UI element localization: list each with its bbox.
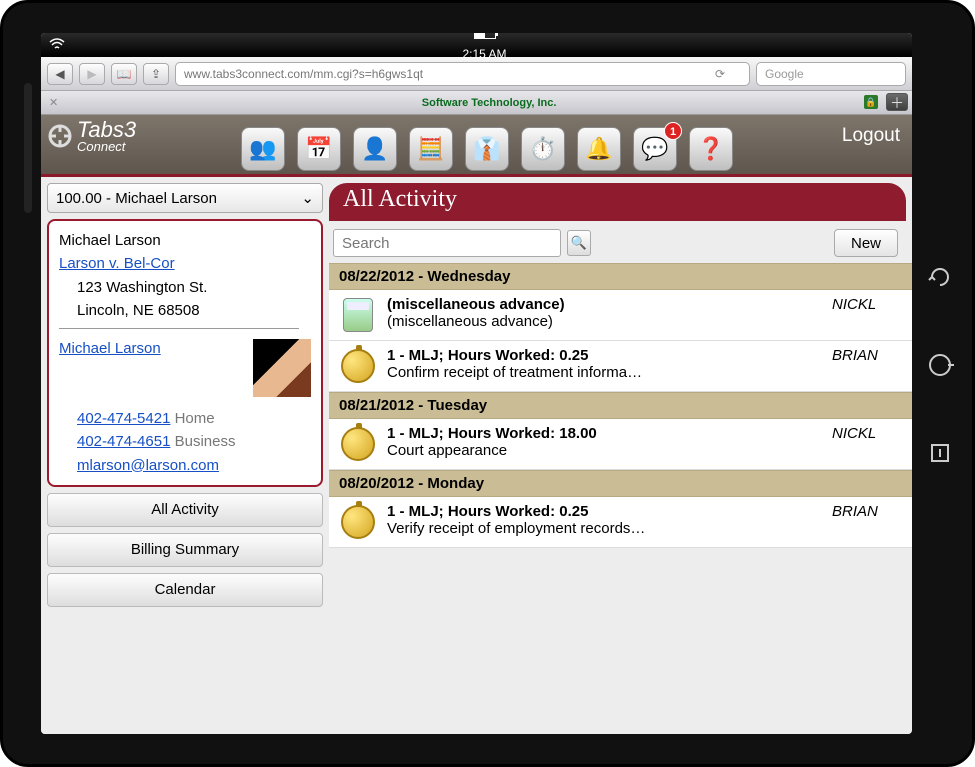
- calculator-icon[interactable]: 🧮: [409, 127, 453, 171]
- nav-all-activity[interactable]: All Activity: [47, 493, 323, 527]
- app-header: Tabs3Connect 👥 📅 👤 🧮 👔 ⏱️ 🔔 💬1 ❓ Logout: [41, 115, 912, 177]
- logo-icon: [47, 123, 73, 149]
- activity-list: 08/22/2012 - Wednesday (miscellaneous adv…: [329, 263, 912, 548]
- card-name: Michael Larson: [59, 229, 311, 252]
- entry-user: BRIAN: [832, 347, 902, 385]
- tab-close-icon[interactable]: ✕: [41, 96, 66, 109]
- date-header: 08/22/2012 - Wednesday: [329, 263, 912, 290]
- status-bar: 2:15 AM: [41, 33, 912, 57]
- left-panel: 100.00 - Michael Larson ⌄ Michael Larson…: [41, 177, 329, 734]
- search-button[interactable]: 🔍: [567, 230, 591, 256]
- wifi-icon: [49, 38, 65, 53]
- nav-billing-summary[interactable]: Billing Summary: [47, 533, 323, 567]
- client-icon[interactable]: 👔: [465, 127, 509, 171]
- entry-text: 1 - MLJ; Hours Worked: 18.00Court appear…: [387, 425, 822, 463]
- url-bar[interactable]: ⟳: [175, 62, 750, 86]
- new-button[interactable]: New: [834, 229, 898, 257]
- clock: 2:15 AM: [462, 47, 506, 61]
- alerts-icon[interactable]: 🔔: [577, 127, 621, 171]
- back-button[interactable]: ◀: [47, 63, 73, 85]
- reload-icon[interactable]: ⟳: [715, 67, 725, 81]
- device-buttons: [926, 263, 954, 467]
- contact-icon[interactable]: 👤: [353, 127, 397, 171]
- stopwatch-entry-icon: [339, 347, 377, 385]
- activity-entry[interactable]: (miscellaneous advance)(miscellaneous ad…: [329, 290, 912, 341]
- forward-button[interactable]: ▶: [79, 63, 105, 85]
- search-row: 🔍 New: [329, 221, 912, 263]
- entry-user: NICKL: [832, 296, 902, 334]
- contact-photo: [253, 339, 311, 397]
- timer-icon[interactable]: ⏱️: [521, 127, 565, 171]
- card-addr2: Lincoln, NE 68508: [59, 299, 311, 322]
- tablet-frame: 2:15 AM ◀ ▶ 📖 ⇪ ⟳ Google ✕ Software Tech…: [0, 0, 975, 767]
- search-input[interactable]: [333, 229, 561, 257]
- calculator-entry-icon: [339, 296, 377, 334]
- battery-icon: [474, 33, 496, 39]
- activity-entry[interactable]: 1 - MLJ; Hours Worked: 0.25Confirm recei…: [329, 341, 912, 392]
- help-icon[interactable]: ❓: [689, 127, 733, 171]
- app-body: 100.00 - Michael Larson ⌄ Michael Larson…: [41, 177, 912, 734]
- chevron-down-icon: ⌄: [301, 189, 314, 207]
- app-icon-bar: 👥 📅 👤 🧮 👔 ⏱️ 🔔 💬1 ❓: [241, 127, 733, 171]
- entry-text: 1 - MLJ; Hours Worked: 0.25Confirm recei…: [387, 347, 822, 385]
- case-link[interactable]: Larson v. Bel-Cor: [59, 255, 175, 272]
- messages-icon[interactable]: 💬1: [633, 127, 677, 171]
- tab-bar: ✕ Software Technology, Inc. 🔒 ＋: [41, 91, 912, 115]
- back-device-icon[interactable]: [926, 263, 954, 291]
- stopwatch-entry-icon: [339, 503, 377, 541]
- logout-link[interactable]: Logout: [842, 125, 900, 147]
- logo: Tabs3Connect: [47, 117, 136, 154]
- browser-search[interactable]: Google: [756, 62, 906, 86]
- new-tab-button[interactable]: ＋: [886, 93, 908, 111]
- stopwatch-entry-icon: [339, 425, 377, 463]
- nav-calendar[interactable]: Calendar: [47, 573, 323, 607]
- activity-entry[interactable]: 1 - MLJ; Hours Worked: 18.00Court appear…: [329, 419, 912, 470]
- phone1-link[interactable]: 402-474-5421: [77, 410, 170, 427]
- lock-icon: 🔒: [864, 95, 878, 109]
- matter-icon[interactable]: 👥: [241, 127, 285, 171]
- share-button[interactable]: ⇪: [143, 63, 169, 85]
- entry-text: (miscellaneous advance)(miscellaneous ad…: [387, 296, 822, 334]
- matter-picker[interactable]: 100.00 - Michael Larson ⌄: [47, 183, 323, 213]
- contact-link[interactable]: Michael Larson: [59, 340, 161, 357]
- page-title: All Activity: [329, 183, 906, 221]
- screen: 2:15 AM ◀ ▶ 📖 ⇪ ⟳ Google ✕ Software Tech…: [41, 33, 912, 734]
- url-input[interactable]: [184, 67, 715, 81]
- msg-badge: 1: [664, 122, 682, 140]
- browser-tab[interactable]: Software Technology, Inc.: [66, 97, 912, 109]
- date-header: 08/20/2012 - Monday: [329, 470, 912, 497]
- calendar-icon[interactable]: 📅: [297, 127, 341, 171]
- bookmarks-button[interactable]: 📖: [111, 63, 137, 85]
- right-panel: All Activity 🔍 New 08/22/2012 - Wednesda…: [329, 177, 912, 734]
- matter-card: Michael Larson Larson v. Bel-Cor 123 Was…: [47, 219, 323, 487]
- browser-toolbar: ◀ ▶ 📖 ⇪ ⟳ Google: [41, 57, 912, 91]
- entry-text: 1 - MLJ; Hours Worked: 0.25Verify receip…: [387, 503, 822, 541]
- email-link[interactable]: mlarson@larson.com: [77, 457, 219, 474]
- phone2-link[interactable]: 402-474-4651: [77, 433, 170, 450]
- menu-device-icon[interactable]: [926, 439, 954, 467]
- card-addr1: 123 Washington St.: [59, 276, 311, 299]
- activity-entry[interactable]: 1 - MLJ; Hours Worked: 0.25Verify receip…: [329, 497, 912, 548]
- date-header: 08/21/2012 - Tuesday: [329, 392, 912, 419]
- power-device-icon[interactable]: [926, 351, 954, 379]
- entry-user: BRIAN: [832, 503, 902, 541]
- entry-user: NICKL: [832, 425, 902, 463]
